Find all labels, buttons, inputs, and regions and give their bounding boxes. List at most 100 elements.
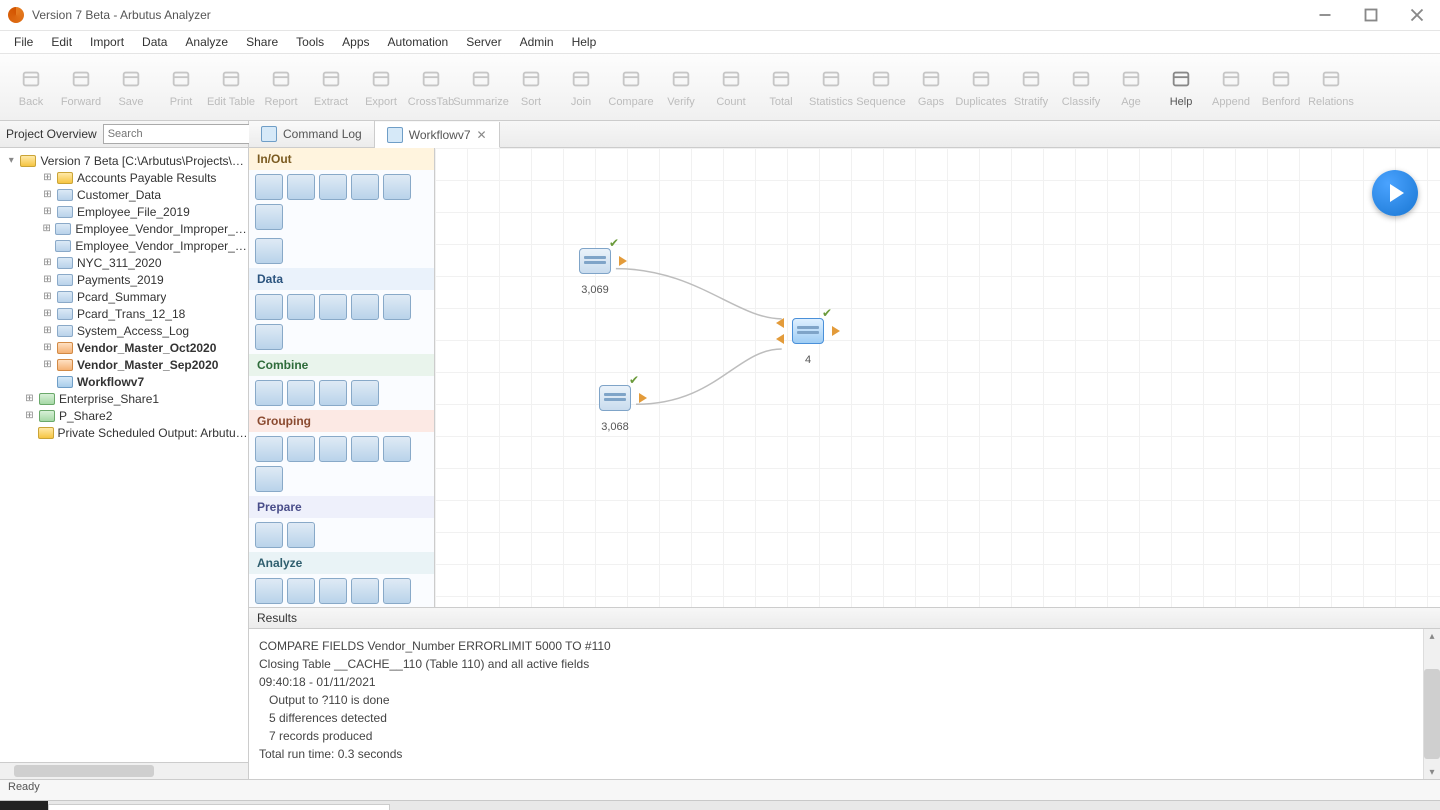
menu-help[interactable]: Help <box>564 33 605 51</box>
menu-automation[interactable]: Automation <box>380 33 457 51</box>
palette-tool[interactable] <box>319 380 347 406</box>
palette-tool[interactable] <box>255 204 283 230</box>
menu-data[interactable]: Data <box>134 33 175 51</box>
toolbar-duplicates-button[interactable]: Duplicates <box>956 58 1006 116</box>
tree-item[interactable]: ⊞Enterprise_Share1 <box>0 390 248 407</box>
toolbar-stratify-button[interactable]: Stratify <box>1006 58 1056 116</box>
tree-item[interactable]: Workflowv7 <box>0 373 248 390</box>
tree-item[interactable]: ⊞Accounts Payable Results <box>0 169 248 186</box>
palette-tool[interactable] <box>319 578 347 604</box>
menu-apps[interactable]: Apps <box>334 33 377 51</box>
toolbar-classify-button[interactable]: Classify <box>1056 58 1106 116</box>
palette-tool[interactable] <box>255 294 283 320</box>
menu-tools[interactable]: Tools <box>288 33 332 51</box>
menu-share[interactable]: Share <box>238 33 286 51</box>
toolbar-statistics-button[interactable]: Statistics <box>806 58 856 116</box>
palette-tool[interactable] <box>319 174 347 200</box>
toolbar-export-button[interactable]: Export <box>356 58 406 116</box>
workflow-node-input-top[interactable]: ✔ 3,069 <box>575 248 615 296</box>
tree-item[interactable]: ⊞Employee_Vendor_Improper_Paymen <box>0 220 248 237</box>
window-minimize-button[interactable] <box>1302 0 1348 30</box>
palette-tool[interactable] <box>287 380 315 406</box>
palette-tool[interactable] <box>351 578 379 604</box>
tree-item[interactable]: ⊞Customer_Data <box>0 186 248 203</box>
toolbar-edit-table-button[interactable]: Edit Table <box>206 58 256 116</box>
toolbar-benford-button[interactable]: Benford <box>1256 58 1306 116</box>
menu-server[interactable]: Server <box>458 33 509 51</box>
palette-tool[interactable] <box>287 174 315 200</box>
palette-tool[interactable] <box>351 174 379 200</box>
tree-item[interactable]: ⊞Vendor_Master_Oct2020 <box>0 339 248 356</box>
toolbar-age-button[interactable]: Age <box>1106 58 1156 116</box>
menu-file[interactable]: File <box>6 33 41 51</box>
window-maximize-button[interactable] <box>1348 0 1394 30</box>
palette-tool[interactable] <box>383 578 411 604</box>
menu-analyze[interactable]: Analyze <box>177 33 236 51</box>
palette-tool[interactable] <box>351 294 379 320</box>
workflow-node-compare-result[interactable]: ✔ 4 <box>788 318 828 366</box>
palette-tool[interactable] <box>287 522 315 548</box>
menu-edit[interactable]: Edit <box>43 33 80 51</box>
toolbar-report-button[interactable]: Report <box>256 58 306 116</box>
tree-item[interactable]: ⊞Pcard_Trans_12_18 <box>0 305 248 322</box>
palette-tool[interactable] <box>255 174 283 200</box>
menu-import[interactable]: Import <box>82 33 132 51</box>
toolbar-gaps-button[interactable]: Gaps <box>906 58 956 116</box>
palette-tool[interactable] <box>255 238 283 264</box>
tree-item[interactable]: ⊞Payments_2019 <box>0 271 248 288</box>
taskbar-search-box[interactable]: Type here to search 🎤 <box>48 804 390 810</box>
palette-tool[interactable] <box>255 436 283 462</box>
project-search-input[interactable] <box>103 124 255 144</box>
palette-tool[interactable] <box>255 578 283 604</box>
workflow-canvas[interactable]: ✔ 3,069 ✔ 3,068 ✔ <box>435 148 1440 607</box>
tree-item[interactable]: ⊞Pcard_Summary <box>0 288 248 305</box>
palette-tool[interactable] <box>255 466 283 492</box>
toolbar-total-button[interactable]: Total <box>756 58 806 116</box>
tree-item[interactable]: Employee_Vendor_Improper_paymen <box>0 237 248 254</box>
toolbar-compare-button[interactable]: Compare <box>606 58 656 116</box>
tab-workflow[interactable]: Workflowv7✕ <box>375 122 500 148</box>
toolbar-crosstab-button[interactable]: CrossTab <box>406 58 456 116</box>
toolbar-sequence-button[interactable]: Sequence <box>856 58 906 116</box>
toolbar-relations-button[interactable]: Relations <box>1306 58 1356 116</box>
project-tree-hscrollbar[interactable] <box>0 762 248 779</box>
window-close-button[interactable] <box>1394 0 1440 30</box>
palette-tool[interactable] <box>319 436 347 462</box>
toolbar-sort-button[interactable]: Sort <box>506 58 556 116</box>
start-button[interactable] <box>0 801 48 810</box>
palette-tool[interactable] <box>287 436 315 462</box>
tree-root-node[interactable]: ▾Version 7 Beta [C:\Arbutus\Projects\Ver… <box>0 152 248 169</box>
palette-tool[interactable] <box>351 436 379 462</box>
toolbar-print-button[interactable]: Print <box>156 58 206 116</box>
palette-tool[interactable] <box>287 294 315 320</box>
palette-tool[interactable] <box>383 294 411 320</box>
palette-tool[interactable] <box>287 578 315 604</box>
toolbar-join-button[interactable]: Join <box>556 58 606 116</box>
tree-item[interactable]: Private Scheduled Output: Arbutus Test S <box>0 424 248 441</box>
palette-tool[interactable] <box>319 294 347 320</box>
palette-tool[interactable] <box>255 324 283 350</box>
palette-tool[interactable] <box>255 380 283 406</box>
run-workflow-button[interactable] <box>1372 170 1418 216</box>
toolbar-back-button[interactable]: Back <box>6 58 56 116</box>
palette-tool[interactable] <box>383 436 411 462</box>
toolbar-extract-button[interactable]: Extract <box>306 58 356 116</box>
tab-command-log[interactable]: Command Log <box>249 121 375 147</box>
results-vscrollbar[interactable]: ▴ ▾ <box>1423 629 1440 779</box>
palette-tool[interactable] <box>383 174 411 200</box>
tree-item[interactable]: ⊞Vendor_Master_Sep2020 <box>0 356 248 373</box>
toolbar-summarize-button[interactable]: Summarize <box>456 58 506 116</box>
toolbar-count-button[interactable]: Count <box>706 58 756 116</box>
toolbar-help-button[interactable]: Help <box>1156 58 1206 116</box>
tree-item[interactable]: ⊞System_Access_Log <box>0 322 248 339</box>
toolbar-verify-button[interactable]: Verify <box>656 58 706 116</box>
tab-close-icon[interactable]: ✕ <box>477 128 487 142</box>
project-tree[interactable]: ▾Version 7 Beta [C:\Arbutus\Projects\Ver… <box>0 148 248 762</box>
palette-tool[interactable] <box>255 522 283 548</box>
toolbar-forward-button[interactable]: Forward <box>56 58 106 116</box>
toolbar-save-button[interactable]: Save <box>106 58 156 116</box>
toolbar-append-button[interactable]: Append <box>1206 58 1256 116</box>
tree-item[interactable]: ⊞Employee_File_2019 <box>0 203 248 220</box>
tree-item[interactable]: ⊞P_Share2 <box>0 407 248 424</box>
workflow-node-input-bottom[interactable]: ✔ 3,068 <box>595 385 635 433</box>
